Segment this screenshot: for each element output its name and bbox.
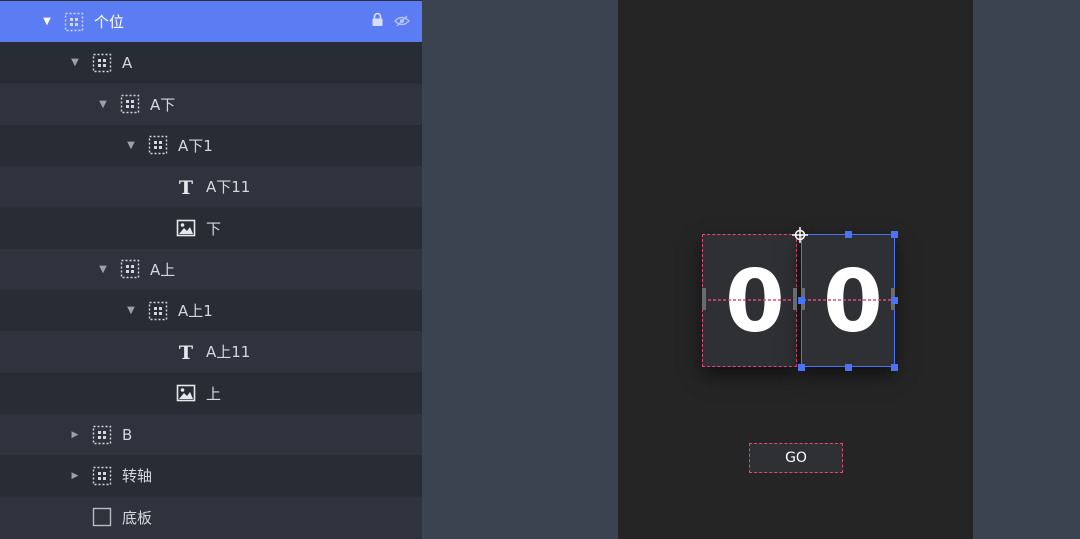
layers-panel: ▼ 个位 ▼ A ▼ A下 ▼ A下1 T A下11 下 ▼ A上 ▼ A上1 T A上11 上 ▶ B ▶ 转轴 底板 — [0, 0, 422, 539]
layer-row[interactable]: ▼ A下 — [0, 83, 422, 125]
caret-right-icon[interactable]: ▶ — [68, 469, 82, 483]
caret-placeholder — [152, 221, 166, 235]
group-icon — [148, 135, 168, 155]
group-icon — [92, 425, 112, 445]
layer-row[interactable]: ▼ A上1 — [0, 290, 422, 332]
caret-down-icon[interactable]: ▼ — [96, 97, 110, 111]
layer-row[interactable]: ▼ A — [0, 42, 422, 84]
layer-label: 底板 — [122, 508, 153, 527]
layer-label: A下1 — [178, 136, 213, 155]
caret-down-icon[interactable]: ▼ — [40, 15, 54, 29]
layer-row[interactable]: ▼ A下1 — [0, 124, 422, 166]
caret-placeholder — [68, 510, 82, 524]
caret-down-icon[interactable]: ▼ — [124, 138, 138, 152]
layer-label: A下 — [150, 95, 176, 114]
svg-text:T: T — [179, 342, 193, 362]
layer-label: 下 — [206, 219, 222, 238]
svg-text:T: T — [179, 177, 193, 197]
layer-row[interactable]: T A上11 — [0, 331, 422, 373]
layer-row[interactable]: ▼ A上 — [0, 248, 422, 290]
group-icon — [64, 12, 84, 32]
resize-handle-middle-left[interactable] — [798, 297, 805, 304]
group-icon — [92, 53, 112, 73]
layer-label: B — [122, 425, 133, 444]
resize-handle-bottom-left[interactable] — [798, 364, 805, 371]
layer-row[interactable]: 上 — [0, 372, 422, 414]
lock-icon[interactable] — [371, 12, 384, 31]
canvas-background — [422, 0, 618, 539]
image-icon — [176, 383, 196, 403]
caret-down-icon[interactable]: ▼ — [124, 304, 138, 318]
layer-label: A上11 — [206, 343, 251, 362]
digit-card-right[interactable]: 0 — [801, 234, 895, 367]
eye-hidden-icon[interactable] — [394, 12, 410, 31]
digit-right: 0 — [823, 252, 883, 352]
layer-label: A上 — [150, 260, 176, 279]
group-icon — [92, 466, 112, 486]
layer-row[interactable]: ▶ 转轴 — [0, 455, 422, 497]
resize-handle-top-middle[interactable] — [845, 231, 852, 238]
layer-label: 上 — [206, 384, 222, 403]
layer-row[interactable]: T A下11 — [0, 166, 422, 208]
rectangle-icon — [92, 507, 112, 527]
anchor-point-icon[interactable] — [791, 226, 809, 244]
text-icon: T — [176, 342, 196, 362]
group-icon — [148, 301, 168, 321]
caret-placeholder — [152, 180, 166, 194]
group-icon — [120, 259, 140, 279]
image-icon — [176, 218, 196, 238]
layer-row[interactable]: ▼ 个位 — [0, 1, 422, 42]
canvas-background-right — [973, 0, 1080, 539]
digit-left: 0 — [725, 252, 785, 352]
layer-label: A下11 — [206, 178, 251, 197]
layer-label: 转轴 — [122, 467, 153, 486]
resize-handle-top-right[interactable] — [891, 231, 898, 238]
layer-row[interactable]: ▶ B — [0, 414, 422, 455]
layer-row-tools — [371, 1, 410, 42]
text-icon: T — [176, 177, 196, 197]
caret-down-icon[interactable]: ▼ — [68, 56, 82, 70]
caret-right-icon[interactable]: ▶ — [68, 428, 82, 442]
layer-label: A — [122, 53, 133, 72]
resize-handle-bottom-middle[interactable] — [845, 364, 852, 371]
digit-card-left[interactable]: 0 — [702, 234, 797, 367]
layer-label: 个位 — [94, 13, 125, 31]
layer-row[interactable]: 底板 — [0, 496, 422, 538]
caret-down-icon[interactable]: ▼ — [96, 262, 110, 276]
resize-handle-bottom-right[interactable] — [891, 364, 898, 371]
layer-row[interactable]: 下 — [0, 207, 422, 249]
caret-placeholder — [152, 345, 166, 359]
group-icon — [120, 94, 140, 114]
layer-label: A上1 — [178, 302, 213, 321]
caret-placeholder — [152, 386, 166, 400]
go-button[interactable]: GO — [749, 443, 843, 473]
resize-handle-middle-right[interactable] — [891, 297, 898, 304]
